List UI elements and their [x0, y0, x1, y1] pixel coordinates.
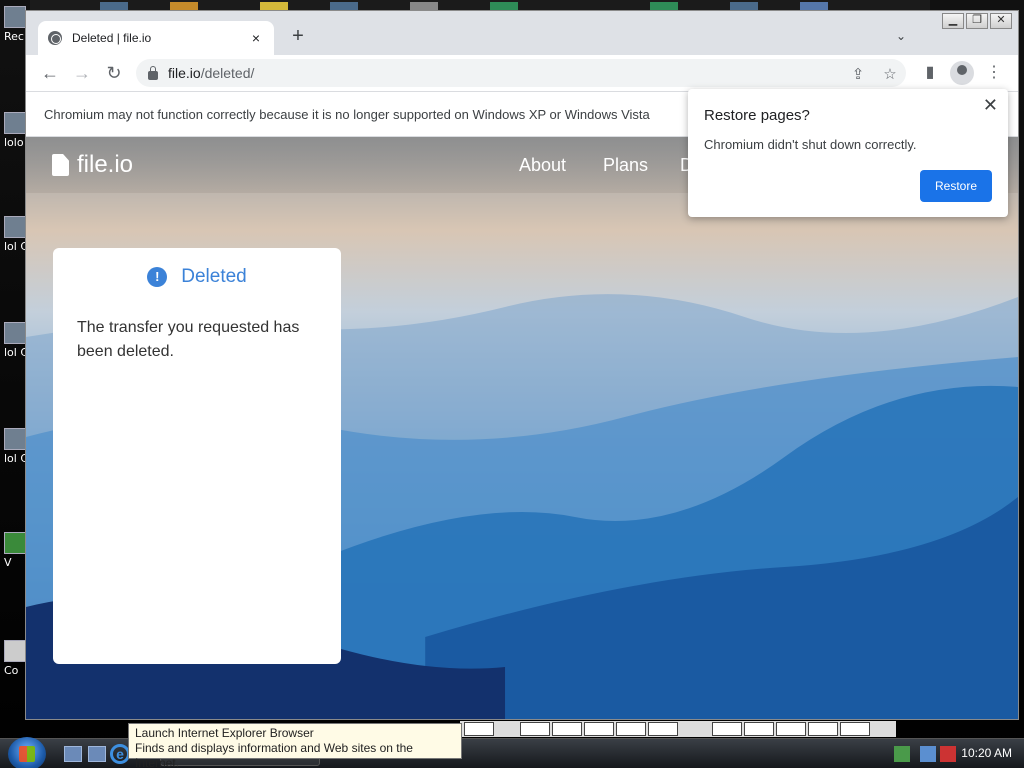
volume-muted-icon[interactable] — [940, 746, 956, 762]
file-icon — [4, 112, 26, 134]
window-controls: ▁ ❐ ✕ — [942, 13, 1012, 29]
close-icon[interactable]: ✕ — [983, 95, 998, 116]
recycle-bin-icon — [4, 6, 26, 28]
restore-title: Restore pages? — [704, 107, 810, 124]
switch-windows-icon[interactable] — [88, 746, 106, 762]
tray-app-icon[interactable] — [920, 746, 936, 762]
close-window-button[interactable]: ✕ — [990, 13, 1012, 29]
tooltip-text: Finds and displays information and Web s… — [135, 741, 413, 768]
bookmark-star-icon[interactable]: ☆ — [880, 65, 900, 83]
card-message: The transfer you requested has been dele… — [77, 319, 300, 360]
new-tab-button[interactable]: + — [288, 25, 308, 48]
tab-title: Deleted | file.io — [72, 31, 152, 45]
file-icon — [4, 532, 26, 554]
infobar-text: Chromium may not function correctly beca… — [44, 106, 650, 122]
restore-button[interactable]: Restore — [920, 170, 992, 202]
nav-about[interactable]: About — [519, 155, 566, 176]
start-button[interactable] — [8, 737, 46, 768]
tab-search-button[interactable]: ⌄ — [896, 29, 906, 43]
url-path: /deleted/ — [200, 65, 255, 81]
address-bar[interactable]: file.io /deleted/ ⇪ ☆ — [136, 59, 906, 87]
reload-button[interactable]: ↻ — [102, 61, 126, 85]
show-desktop-icon[interactable] — [64, 746, 82, 762]
deleted-card: ! Deleted The transfer you requested has… — [53, 248, 341, 664]
tab-active[interactable]: Deleted | file.io × — [38, 21, 274, 55]
lock-icon[interactable] — [148, 65, 158, 80]
network-icon[interactable] — [894, 746, 910, 762]
menu-kebab-icon[interactable]: ⋮ — [982, 61, 1006, 85]
internet-explorer-icon[interactable]: e — [110, 744, 130, 764]
forward-button[interactable]: → — [70, 61, 94, 85]
logo-text: file.io — [77, 151, 134, 178]
file-icon — [4, 640, 26, 662]
restore-pages-popup: Restore pages? Chromium didn't shut down… — [688, 89, 1008, 217]
card-title: Deleted — [181, 266, 247, 287]
restore-message: Chromium didn't shut down correctly. — [704, 137, 917, 152]
file-icon — [4, 216, 26, 238]
document-icon — [52, 154, 69, 176]
browser-window: Deleted | file.io × + ⌄ ▁ ❐ ✕ ← → ↻ file… — [25, 10, 1019, 720]
globe-icon — [48, 31, 62, 45]
profile-avatar-icon[interactable] — [950, 61, 974, 85]
url-host: file.io — [168, 65, 201, 81]
back-button[interactable]: ← — [38, 61, 62, 85]
alert-icon: ! — [147, 267, 168, 287]
file-icon — [4, 322, 26, 344]
clock[interactable]: 10:20 AM — [961, 746, 1012, 760]
tooltip-title: Launch Internet Explorer Browser — [135, 726, 314, 740]
toolbar: ← → ↻ file.io /deleted/ ⇪ ☆ ▮ ⋮ — [26, 55, 1018, 91]
share-icon[interactable]: ⇪ — [848, 65, 868, 83]
file-icon — [4, 428, 26, 450]
tab-strip: Deleted | file.io × + ⌄ ▁ ❐ ✕ — [26, 11, 1018, 55]
maximize-button[interactable]: ❐ — [966, 13, 988, 29]
minimize-button[interactable]: ▁ — [942, 13, 964, 29]
ie-tooltip: Launch Internet Explorer Browser Finds a… — [128, 723, 462, 768]
tab-close-icon[interactable]: × — [248, 30, 264, 46]
page-content: file.io About Plans D ! Deleted The tran… — [26, 137, 1018, 719]
side-panel-icon[interactable]: ▮ — [918, 61, 942, 85]
card-header: ! Deleted — [53, 266, 341, 288]
nav-plans[interactable]: Plans — [603, 155, 648, 176]
desktop-bottom-strip — [460, 721, 896, 737]
site-logo[interactable]: file.io — [52, 151, 133, 179]
